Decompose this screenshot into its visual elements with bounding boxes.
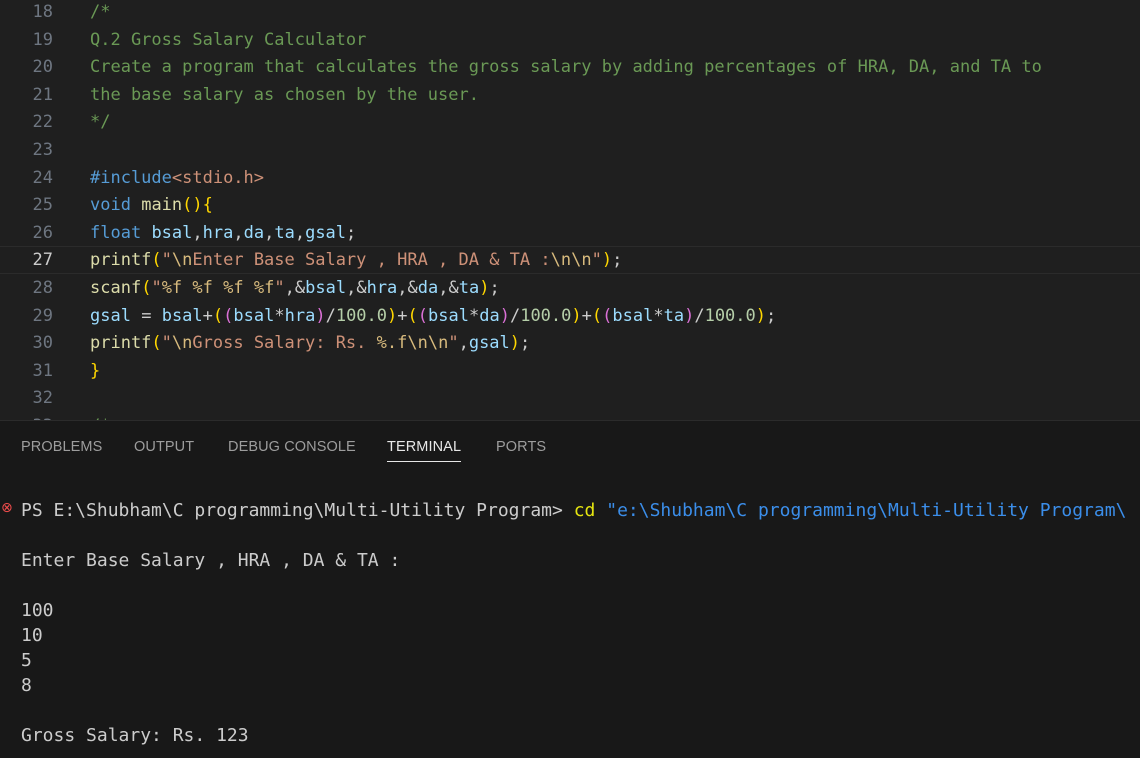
code-line-current[interactable]: 27 printf("\nEnter Base Salary , HRA , D… bbox=[0, 246, 1140, 274]
line-number: 28 bbox=[32, 278, 53, 298]
code-line[interactable]: 30 printf("\nGross Salary: Rs. %.f\n\n",… bbox=[0, 330, 1140, 358]
line-number: 19 bbox=[32, 29, 53, 50]
terminal-output-line: Enter Base Salary , HRA , DA & TA : bbox=[21, 550, 401, 571]
code-text: */ bbox=[90, 112, 111, 133]
code-line[interactable]: 29 gsal = bsal+((bsal*hra)/100.0)+((bsal… bbox=[0, 303, 1140, 331]
line-number: 22 bbox=[32, 112, 53, 133]
tab-terminal[interactable]: TERMINAL bbox=[387, 439, 462, 462]
code-line[interactable]: 22 */ bbox=[0, 109, 1140, 137]
code-line[interactable]: 19 Q.2 Gross Salary Calculator bbox=[0, 27, 1140, 55]
code-text: #include<stdio.h> bbox=[90, 167, 265, 188]
bottom-panel: PROBLEMS OUTPUT DEBUG CONSOLE TERMINAL P… bbox=[0, 420, 1140, 758]
code-text: float bsal,hra,da,ta,gsal; bbox=[90, 222, 357, 243]
terminal-path-arg: "e:\Shubham\C programming\Multi-Utility … bbox=[606, 500, 1127, 521]
line-number: 30 bbox=[32, 333, 53, 354]
code-line[interactable]: 20 Create a program that calculates the … bbox=[0, 54, 1140, 82]
terminal-output-line: 8 bbox=[21, 675, 32, 696]
tab-output[interactable]: OUTPUT bbox=[134, 439, 194, 455]
code-editor[interactable]: 18 /* 19 Q.2 Gross Salary Calculator 20 … bbox=[0, 0, 1140, 420]
line-number: 18 bbox=[32, 2, 53, 22]
line-number: 20 bbox=[32, 57, 53, 78]
code-line[interactable]: 28 scanf("%f %f %f %f",&bsal,&hra,&da,&t… bbox=[0, 275, 1140, 303]
code-line[interactable]: 21 the base salary as chosen by the user… bbox=[0, 82, 1140, 110]
terminal-output-line: Gross Salary: Rs. 123 bbox=[21, 725, 249, 746]
terminal-prompt-line: PS E:\Shubham\C programming\Multi-Utilit… bbox=[21, 500, 1126, 522]
code-text: void main(){ bbox=[90, 195, 213, 216]
line-number: 31 bbox=[32, 360, 53, 381]
code-text: printf("\nEnter Base Salary , HRA , DA &… bbox=[90, 250, 623, 271]
terminal-output-line: 100 bbox=[21, 600, 54, 621]
code-line[interactable]: 26 float bsal,hra,da,ta,gsal; bbox=[0, 220, 1140, 248]
code-line[interactable]: 23 bbox=[0, 137, 1140, 165]
line-number: 21 bbox=[32, 84, 53, 105]
terminal-output-line: 5 bbox=[21, 650, 32, 671]
code-text: scanf("%f %f %f %f",&bsal,&hra,&da,&ta); bbox=[90, 278, 500, 298]
code-text: /* bbox=[90, 2, 111, 22]
code-line[interactable]: 24 #include<stdio.h> bbox=[0, 165, 1140, 193]
tab-problems[interactable]: PROBLEMS bbox=[21, 439, 102, 455]
tab-ports[interactable]: PORTS bbox=[496, 439, 546, 455]
terminal-command: cd bbox=[573, 500, 596, 521]
tab-debug-console[interactable]: DEBUG CONSOLE bbox=[228, 439, 356, 455]
code-line[interactable]: 31 } bbox=[0, 358, 1140, 386]
line-number: 32 bbox=[32, 388, 53, 409]
code-line[interactable]: 32 bbox=[0, 385, 1140, 413]
code-text: Create a program that calculates the gro… bbox=[90, 57, 1042, 78]
terminal-output-line: 10 bbox=[21, 625, 43, 646]
code-text: gsal = bsal+((bsal*hra)/100.0)+((bsal*da… bbox=[90, 305, 777, 326]
code-line[interactable]: 25 void main(){ bbox=[0, 192, 1140, 220]
line-number: 23 bbox=[32, 140, 53, 160]
error-circle-icon[interactable]: ⊗ bbox=[1, 501, 13, 515]
line-number: 25 bbox=[32, 195, 53, 216]
terminal-prompt: PS E:\Shubham\C programming\Multi-Utilit… bbox=[21, 500, 563, 521]
code-text: the base salary as chosen by the user. bbox=[90, 84, 479, 105]
line-number: 27 bbox=[32, 250, 53, 271]
line-number: 24 bbox=[32, 167, 53, 188]
code-text: } bbox=[90, 360, 101, 381]
line-number: 26 bbox=[32, 222, 53, 243]
code-text: Q.2 Gross Salary Calculator bbox=[90, 29, 367, 50]
code-line[interactable]: 33 /* bbox=[0, 413, 1140, 420]
line-number: 29 bbox=[32, 305, 53, 326]
code-line[interactable]: 18 /* bbox=[0, 0, 1140, 27]
code-text: printf("\nGross Salary: Rs. %.f\n\n",gsa… bbox=[90, 333, 531, 354]
